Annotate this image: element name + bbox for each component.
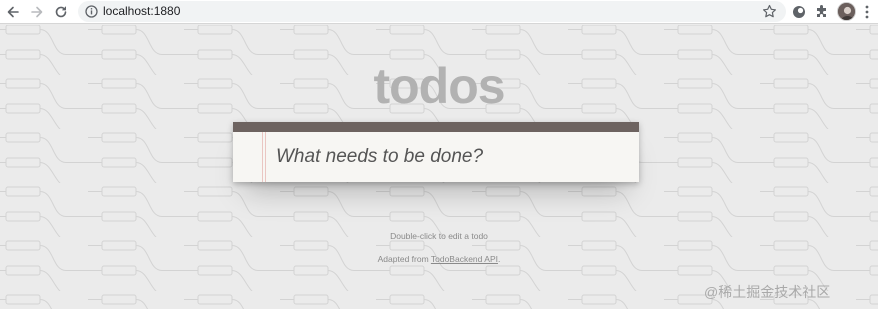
- arrow-right-icon: [31, 6, 43, 18]
- edit-hint-text: Double-click to edit a todo: [390, 231, 488, 241]
- new-todo-card: [233, 122, 639, 182]
- watermark: @稀土掘金技术社区: [704, 284, 831, 300]
- circle-extension-icon[interactable]: [791, 4, 807, 20]
- credit-prefix: Adapted from: [377, 254, 431, 264]
- new-todo-input[interactable]: [269, 132, 637, 182]
- back-button[interactable]: [3, 2, 23, 22]
- reload-button[interactable]: [51, 2, 71, 22]
- puzzle-icon[interactable]: [814, 4, 830, 20]
- card-header-bar: [233, 122, 639, 132]
- address-bar[interactable]: localhost:1880: [78, 1, 786, 22]
- arrow-left-icon: [7, 6, 19, 18]
- card-margin-line: [262, 132, 266, 182]
- avatar[interactable]: [837, 2, 856, 21]
- page-content: todos Double-click to edit a todo Adapte…: [0, 25, 878, 309]
- profile-photo-icon: [838, 3, 855, 20]
- reload-icon: [55, 6, 67, 18]
- forward-button[interactable]: [27, 2, 47, 22]
- app-title: todos: [373, 58, 505, 114]
- credit-text: Adapted from TodoBackend API.: [0, 254, 878, 265]
- todobackend-link[interactable]: TodoBackend API: [431, 254, 498, 264]
- star-icon[interactable]: [762, 4, 777, 19]
- info-circle-icon[interactable]: [85, 5, 98, 18]
- kebab-menu-icon[interactable]: [862, 4, 872, 20]
- url-text[interactable]: localhost:1880: [103, 4, 180, 19]
- browser-toolbar: localhost:1880: [0, 0, 878, 24]
- credit-suffix: .: [497, 254, 501, 264]
